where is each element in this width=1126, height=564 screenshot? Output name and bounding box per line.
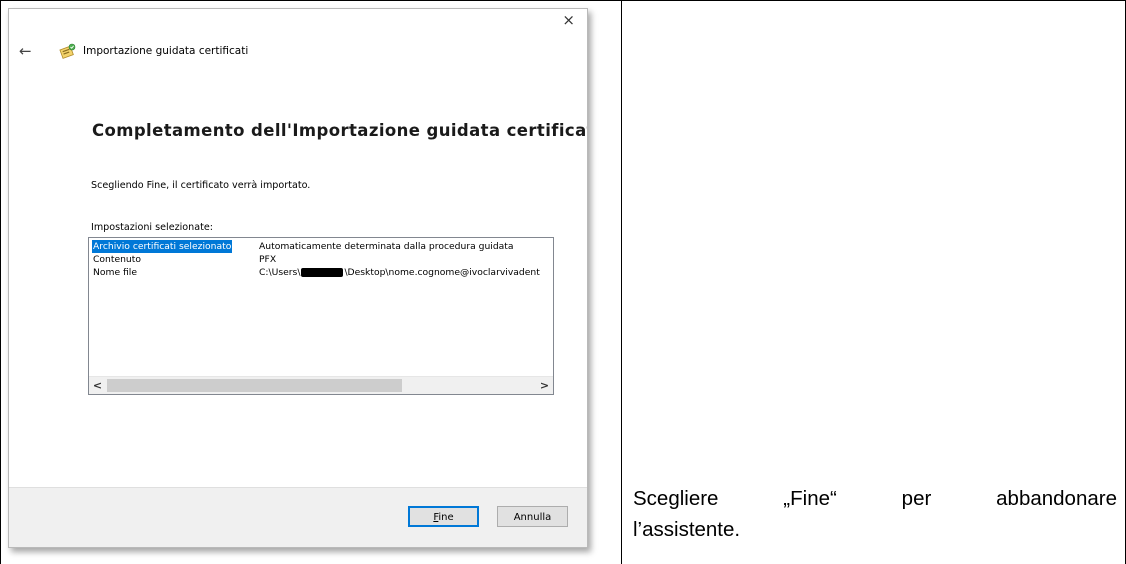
- caption-word: abbandonare: [996, 487, 1117, 510]
- caption-word: per: [901, 487, 932, 510]
- close-icon[interactable]: ×: [562, 13, 575, 28]
- horizontal-scrollbar[interactable]: < >: [89, 376, 553, 394]
- setting-key: Archivio certificati selezionato: [92, 240, 233, 253]
- setting-value: Automaticamente determinata dalla proced…: [259, 241, 514, 252]
- file-path-prefix: C:\Users\: [259, 267, 301, 278]
- setting-key: Nome file: [93, 267, 138, 278]
- list-item[interactable]: Nome file C:\Users\ \Desktop\nome.cognome…: [89, 266, 553, 279]
- redacted-username: [301, 268, 344, 277]
- caption-line-2: l’assistente.: [633, 518, 741, 541]
- instruction-caption: Scegliere „Fine“ per abbandonare l’assis…: [633, 483, 1117, 545]
- cancel-button[interactable]: Annulla: [497, 506, 568, 527]
- selected-settings-label: Impostazioni selezionate:: [91, 222, 214, 233]
- table-border-top: [0, 0, 1126, 1]
- wizard-header: ← Importazione guidata certificati: [19, 41, 248, 61]
- list-item[interactable]: Contenuto PFX: [89, 253, 553, 266]
- finish-button[interactable]: Fine: [408, 506, 479, 527]
- setting-value: C:\Users\ \Desktop\nome.cognome@ivoclarvi…: [259, 266, 540, 279]
- settings-list[interactable]: Archivio certificati selezionato Automat…: [88, 237, 554, 395]
- description-text: Scegliendo Fine, il certificato verrà im…: [91, 180, 311, 191]
- caption-line-1: Scegliere „Fine“ per abbandonare: [633, 483, 1117, 514]
- dialog-footer: Fine Annulla: [9, 487, 587, 547]
- caption-word: Scegliere: [633, 487, 719, 510]
- caption-word: „Fine“: [783, 487, 837, 510]
- certificate-import-wizard-dialog: × ← Importazione guidata certificati Com…: [8, 8, 588, 548]
- table-border-left: [0, 0, 1, 564]
- table-border-middle: [621, 0, 622, 564]
- file-path-suffix: \Desktop\nome.cognome@ivoclarvivadent: [344, 267, 540, 278]
- wizard-title: Importazione guidata certificati: [83, 45, 249, 57]
- scroll-left-icon[interactable]: <: [89, 377, 106, 394]
- list-item[interactable]: Archivio certificati selezionato Automat…: [89, 240, 553, 253]
- setting-value: PFX: [259, 254, 277, 265]
- scrollbar-thumb[interactable]: [107, 379, 402, 392]
- back-arrow-icon[interactable]: ←: [19, 42, 39, 60]
- setting-key: Contenuto: [93, 254, 141, 265]
- certificate-wizard-icon: [59, 42, 77, 60]
- scroll-right-icon[interactable]: >: [536, 377, 553, 394]
- page-heading: Completamento dell'Importazione guidata …: [92, 121, 588, 140]
